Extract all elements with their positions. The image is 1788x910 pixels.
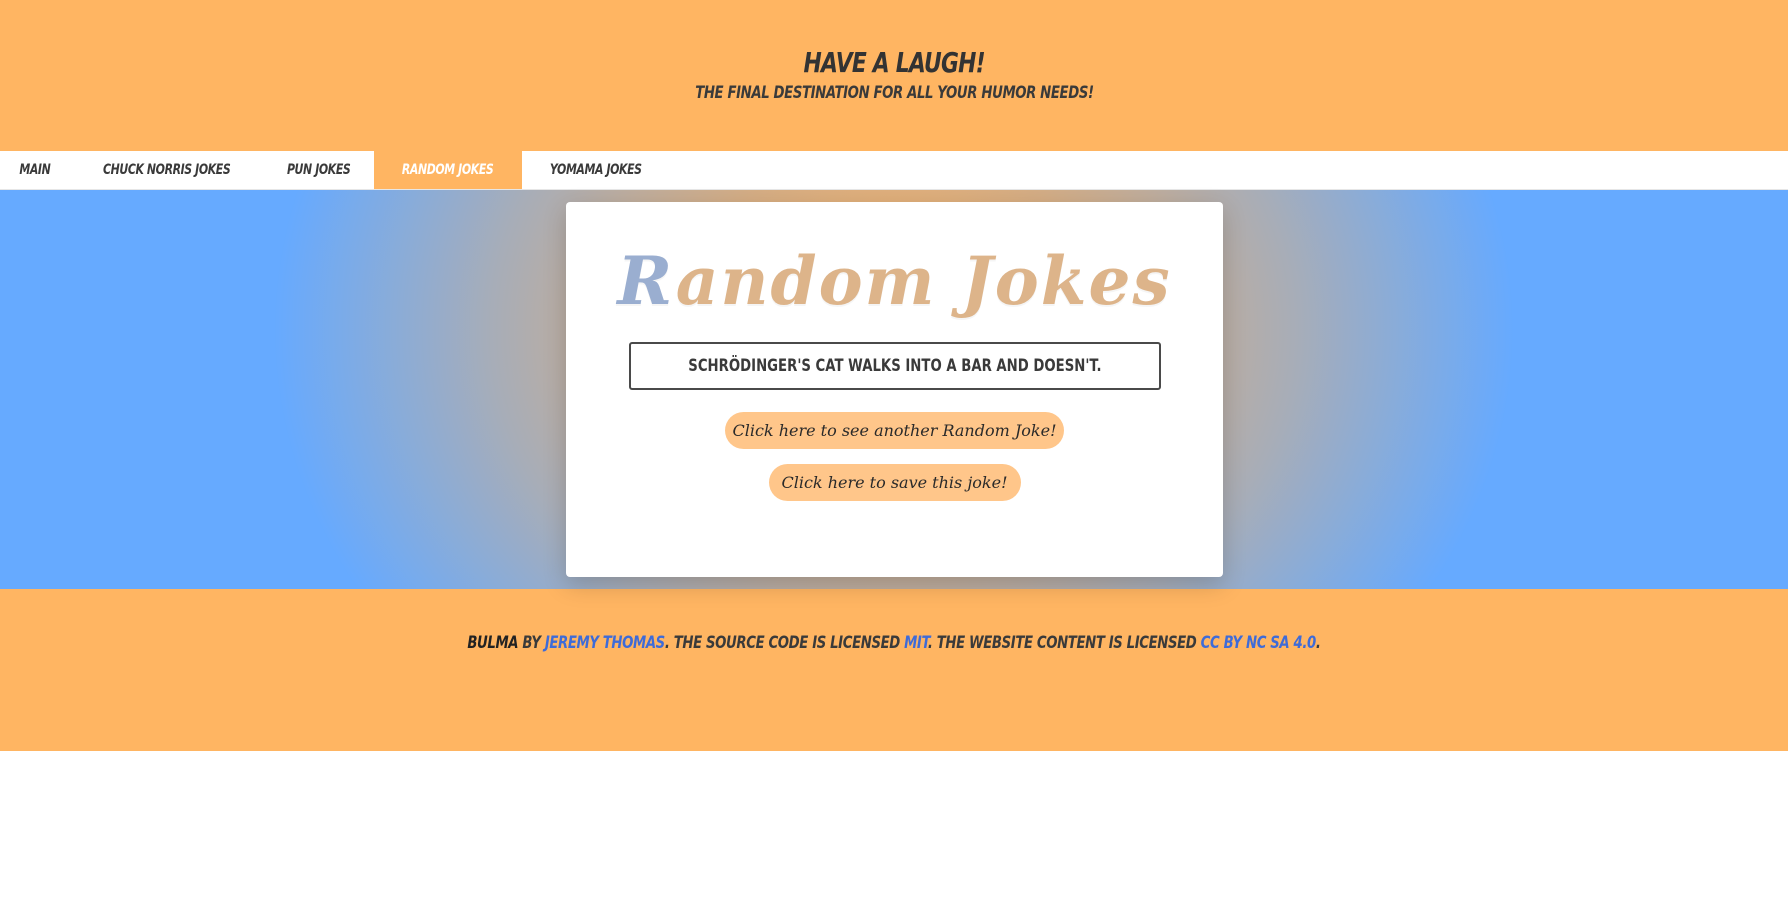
mit-license-link[interactable]: MIT	[904, 633, 928, 653]
footer-brand: Bulma	[467, 633, 519, 653]
tab-yomama-label: Yomama Jokes	[549, 162, 642, 178]
footer-text-3: .	[1315, 633, 1321, 653]
card-title: Random Jokes	[566, 242, 1223, 320]
footer-by: by	[518, 633, 545, 653]
footer-text-2: . The website content is licensed	[927, 633, 1201, 653]
joke-text-box: Schrödinger's cat walks into a bar and d…	[628, 342, 1161, 390]
tab-bar: Main Chuck Norris Jokes Pun Jokes Random…	[0, 151, 1788, 190]
site-title: Have a laugh!	[803, 46, 985, 79]
tab-random-label: Random Jokes	[402, 162, 494, 178]
tab-pun-jokes[interactable]: Pun Jokes	[263, 151, 374, 189]
author-link[interactable]: Jeremy Thomas	[545, 633, 665, 653]
another-joke-button[interactable]: Click here to see another Random Joke!	[725, 412, 1064, 449]
card-title-first-letter: R	[617, 242, 676, 320]
tab-chuck-norris-label: Chuck Norris Jokes	[102, 162, 231, 178]
joke-card: Random Jokes Schrödinger's cat walks int…	[566, 202, 1223, 577]
footer-text-1: . The source code is licensed	[664, 633, 905, 653]
site-subtitle: The final destination for all your humor…	[694, 83, 1094, 103]
tab-pun-label: Pun Jokes	[286, 162, 351, 178]
joke-text: Schrödinger's cat walks into a bar and d…	[687, 356, 1102, 376]
save-joke-button[interactable]: Click here to save this joke!	[768, 464, 1021, 501]
card-title-rest: andom Jokes	[675, 242, 1172, 320]
tab-chuck-norris-jokes[interactable]: Chuck Norris Jokes	[70, 151, 263, 189]
content-license-link[interactable]: CC BY NC SA 4.0	[1201, 633, 1317, 653]
tab-main-label: Main	[19, 162, 51, 178]
tab-main[interactable]: Main	[0, 151, 70, 189]
tab-yomama-jokes[interactable]: Yomama Jokes	[522, 151, 670, 189]
joke-stage: Random Jokes Schrödinger's cat walks int…	[0, 190, 1788, 589]
footer: Bulma by Jeremy Thomas. The source code …	[0, 589, 1788, 751]
footer-text: Bulma by Jeremy Thomas. The source code …	[467, 633, 1321, 751]
hero-header: Have a laugh! The final destination for …	[0, 0, 1788, 151]
tab-random-jokes[interactable]: Random Jokes	[374, 151, 522, 189]
